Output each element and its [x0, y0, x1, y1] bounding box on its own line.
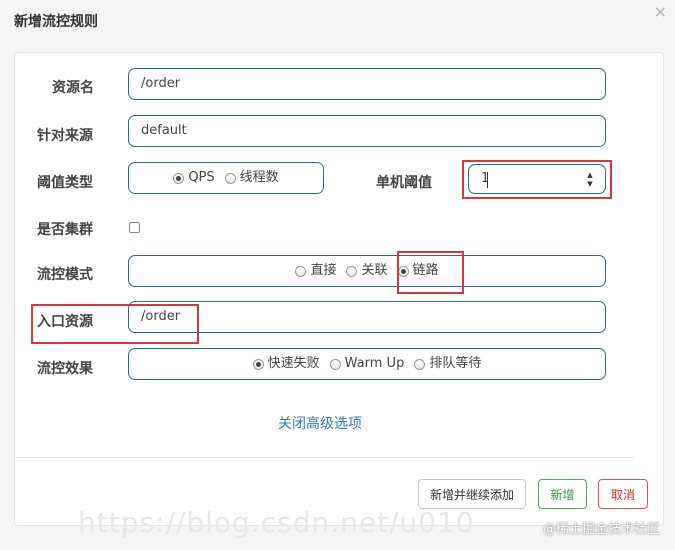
cluster-label: 是否集群 [37, 222, 93, 238]
behavior-option-warm-up[interactable]: Warm Up [329, 349, 404, 379]
limit-app-input[interactable]: default [128, 115, 606, 147]
resource-name-label: 资源名 [52, 80, 94, 96]
radio-icon [346, 265, 358, 277]
close-icon[interactable]: × [654, 2, 667, 21]
resource-name-input[interactable]: /order [128, 68, 606, 100]
grade-option-qps[interactable]: QPS [173, 163, 215, 193]
watermark-site: @稀土掘金技术社区 [542, 522, 660, 537]
strategy-label: 流控模式 [37, 267, 93, 283]
strategy-radio-group: 直接 关联 链路 [128, 255, 606, 287]
highlight-box-chain [397, 251, 464, 294]
save-and-continue-button[interactable]: 新增并继续添加 [418, 479, 526, 509]
grade-option-threads[interactable]: 线程数 [224, 163, 279, 193]
radio-icon [414, 358, 426, 370]
threshold-label: 单机阈值 [376, 175, 432, 191]
grade-label: 阈值类型 [37, 175, 93, 191]
radio-selected-icon [173, 172, 185, 184]
save-button[interactable]: 新增 [538, 479, 587, 509]
highlight-box-ref-resource [31, 304, 199, 344]
flow-rule-dialog: 新增流控规则 × 资源名 /order 针对来源 default 阈值类型 QP… [0, 0, 675, 550]
radio-selected-icon [252, 358, 264, 370]
limit-app-label: 针对来源 [37, 128, 93, 144]
strategy-option-relate[interactable]: 关联 [346, 256, 388, 286]
control-behavior-radio-group: 快速失败 Warm Up 排队等待 [128, 348, 606, 380]
radio-icon [329, 358, 341, 370]
radio-icon [224, 172, 236, 184]
highlight-box-threshold [462, 160, 612, 199]
strategy-option-direct[interactable]: 直接 [295, 256, 336, 286]
dialog-title: 新增流控规则 [14, 14, 98, 30]
cluster-checkbox[interactable] [129, 222, 140, 233]
behavior-option-queue[interactable]: 排队等待 [414, 349, 481, 379]
grade-radio-group: QPS 线程数 [128, 162, 324, 194]
ref-resource-input[interactable]: /order [128, 301, 606, 333]
behavior-option-fail-fast[interactable]: 快速失败 [252, 349, 320, 379]
toggle-advanced-link[interactable]: 关闭高级选项 [278, 413, 362, 433]
cancel-button[interactable]: 取消 [598, 479, 648, 509]
radio-icon [295, 265, 307, 277]
control-behavior-label: 流控效果 [37, 361, 93, 377]
footer-divider [16, 457, 634, 458]
